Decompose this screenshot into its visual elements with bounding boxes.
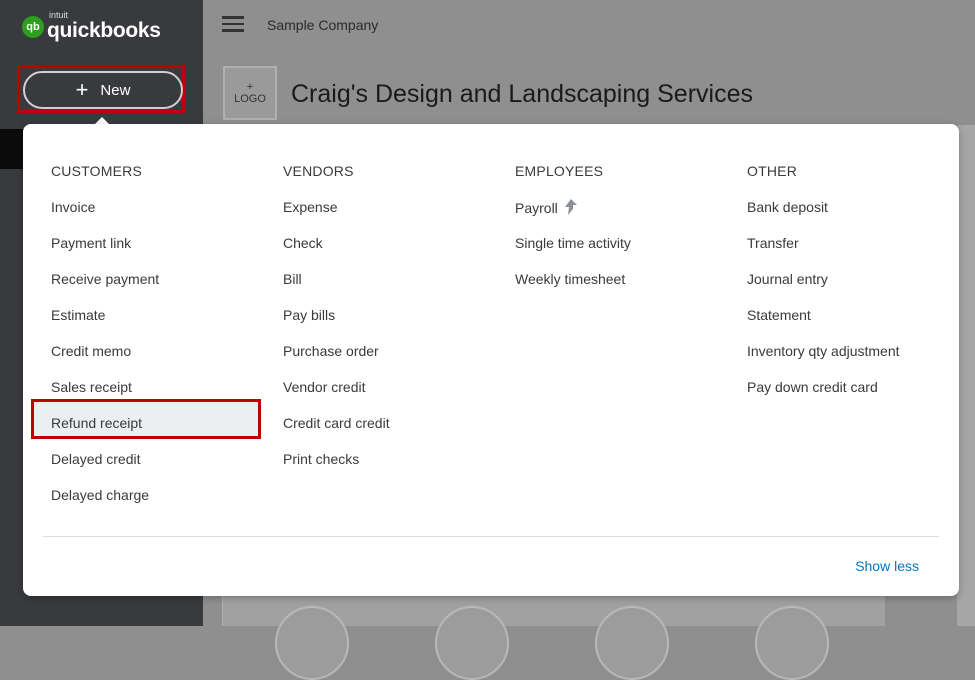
background-circle-icon bbox=[275, 606, 349, 680]
vendors-heading: VENDORS bbox=[283, 163, 354, 179]
employees-column: EMPLOYEES Payroll Single time activity W… bbox=[515, 163, 631, 307]
menu-item-purchase-order[interactable]: Purchase order bbox=[283, 343, 390, 379]
menu-divider bbox=[43, 536, 939, 537]
menu-item-pay-bills[interactable]: Pay bills bbox=[283, 307, 390, 343]
menu-item-delayed-charge[interactable]: Delayed charge bbox=[51, 487, 159, 523]
new-button[interactable]: + New bbox=[23, 71, 183, 109]
menu-item-refund-receipt[interactable]: Refund receipt bbox=[30, 399, 262, 451]
vendors-column: VENDORS Expense Check Bill Pay bills Pur… bbox=[283, 163, 390, 487]
logo-label: LOGO bbox=[234, 93, 266, 105]
menu-item-expense[interactable]: Expense bbox=[283, 199, 390, 235]
background-panel bbox=[957, 125, 975, 626]
top-bar: Sample Company bbox=[203, 0, 975, 50]
menu-item-credit-memo[interactable]: Credit memo bbox=[51, 343, 159, 379]
menu-item-vendor-credit[interactable]: Vendor credit bbox=[283, 379, 390, 415]
employees-heading: EMPLOYEES bbox=[515, 163, 604, 179]
menu-item-credit-card-credit[interactable]: Credit card credit bbox=[283, 415, 390, 451]
other-column: OTHER Bank deposit Transfer Journal entr… bbox=[747, 163, 900, 415]
plus-icon: + bbox=[75, 77, 89, 102]
hamburger-menu-icon[interactable] bbox=[222, 16, 244, 32]
menu-item-journal-entry[interactable]: Journal entry bbox=[747, 271, 900, 307]
menu-item-delayed-credit[interactable]: Delayed credit bbox=[51, 451, 159, 487]
menu-item-pay-down-credit-card[interactable]: Pay down credit card bbox=[747, 379, 900, 415]
menu-item-weekly-timesheet[interactable]: Weekly timesheet bbox=[515, 271, 631, 307]
menu-item-estimate[interactable]: Estimate bbox=[51, 307, 159, 343]
plus-icon: + bbox=[246, 81, 254, 93]
menu-item-print-checks[interactable]: Print checks bbox=[283, 451, 390, 487]
menu-item-payroll[interactable]: Payroll bbox=[515, 199, 631, 235]
menu-item-payment-link[interactable]: Payment link bbox=[51, 235, 159, 271]
other-heading: OTHER bbox=[747, 163, 797, 179]
background-circle-icon bbox=[755, 606, 829, 680]
company-name-title: Craig's Design and Landscaping Services bbox=[291, 80, 753, 108]
qb-logo-icon: qb bbox=[22, 16, 44, 38]
menu-item-bill[interactable]: Bill bbox=[283, 271, 390, 307]
company-short-name: Sample Company bbox=[267, 17, 379, 33]
new-button-label: New bbox=[100, 81, 131, 99]
new-menu-popover: CUSTOMERS Invoice Payment link Receive p… bbox=[23, 124, 959, 596]
menu-item-statement[interactable]: Statement bbox=[747, 307, 900, 343]
quickbooks-logo[interactable]: qb intuit quickbooks bbox=[22, 11, 161, 41]
upgrade-arrow-icon bbox=[564, 199, 577, 215]
customers-column: CUSTOMERS Invoice Payment link Receive p… bbox=[30, 163, 262, 523]
menu-item-bank-deposit[interactable]: Bank deposit bbox=[747, 199, 900, 235]
menu-item-transfer[interactable]: Transfer bbox=[747, 235, 900, 271]
background-circle-icon bbox=[595, 606, 669, 680]
logo-quickbooks-text: quickbooks bbox=[47, 19, 161, 42]
menu-item-single-time-activity[interactable]: Single time activity bbox=[515, 235, 631, 271]
menu-item-inventory-qty-adjustment[interactable]: Inventory qty adjustment bbox=[747, 343, 900, 379]
show-less-link[interactable]: Show less bbox=[855, 558, 919, 574]
menu-item-check[interactable]: Check bbox=[283, 235, 390, 271]
customers-heading: CUSTOMERS bbox=[51, 163, 142, 179]
menu-item-receive-payment[interactable]: Receive payment bbox=[51, 271, 159, 307]
menu-item-invoice[interactable]: Invoice bbox=[51, 199, 159, 235]
background-circle-icon bbox=[435, 606, 509, 680]
add-logo-button[interactable]: + LOGO bbox=[223, 66, 277, 120]
